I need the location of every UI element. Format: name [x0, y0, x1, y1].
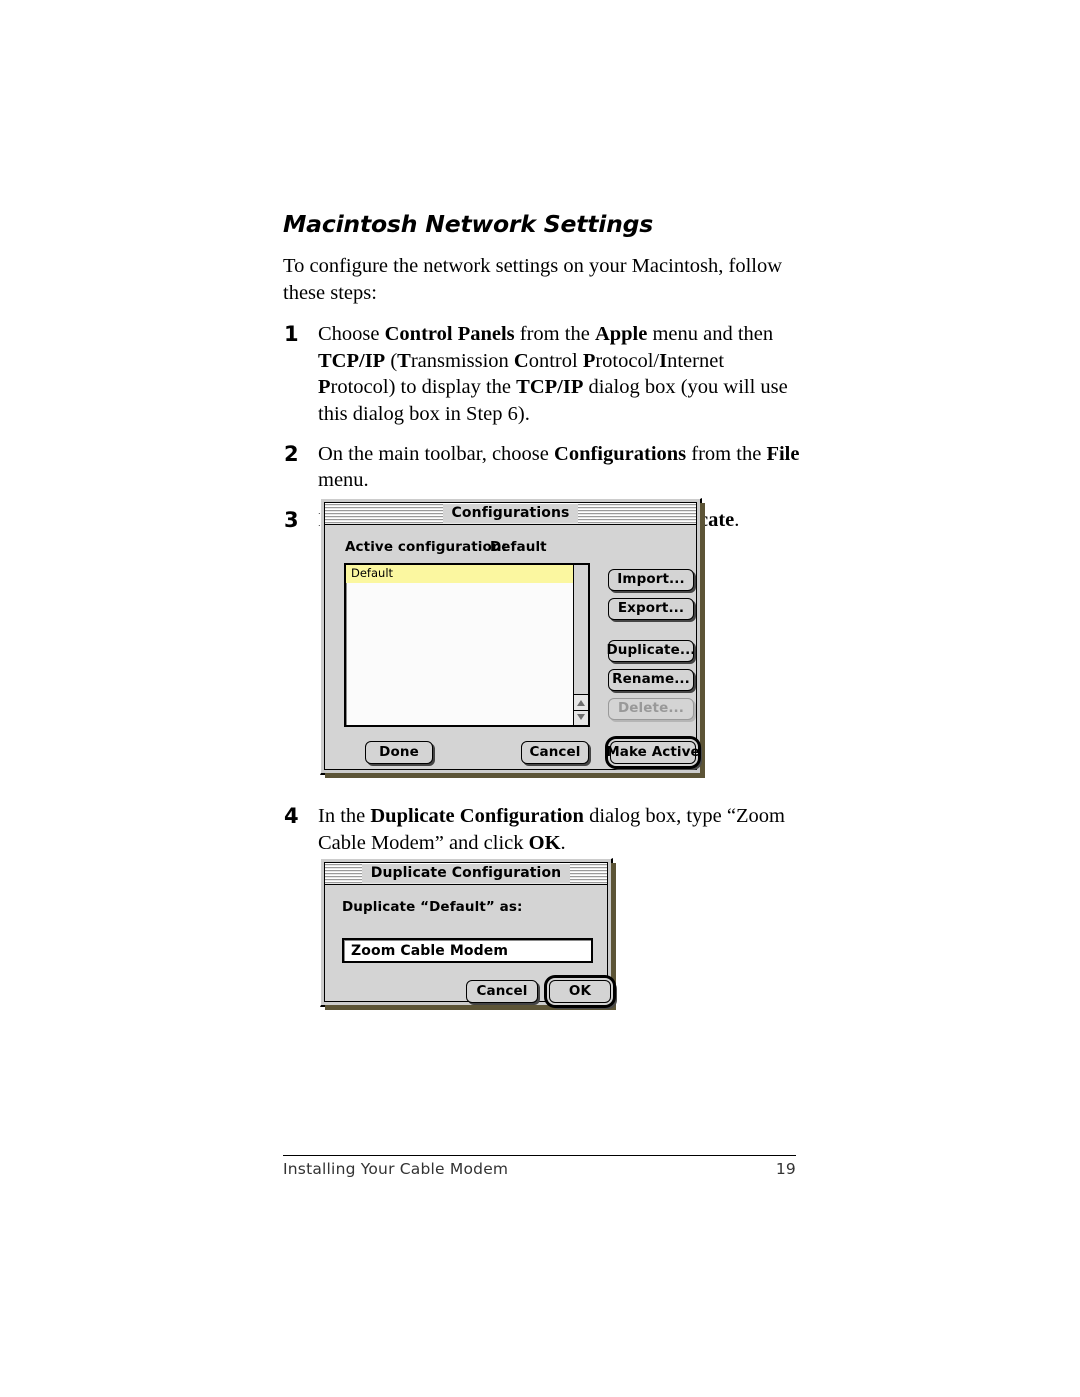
step-text: In the Duplicate Configuration dialog bo… [318, 803, 803, 856]
dialog-titlebar[interactable]: Duplicate Configuration [325, 863, 607, 885]
listbox-scrollbar[interactable] [573, 565, 588, 725]
configurations-dialog: Configurations Active configuration: Def… [320, 498, 702, 775]
dialog-shadow-right [611, 863, 616, 1010]
step-text-run: . [561, 832, 566, 854]
step-text-emphasis: Apple [595, 323, 647, 345]
dialog-shadow-bottom [325, 1005, 616, 1010]
step-text-run: On the main toolbar, choose [318, 443, 554, 465]
step-text-run: menu. [318, 469, 369, 491]
step-text-run: menu and then [647, 323, 773, 345]
active-configuration-value: Default [490, 539, 547, 555]
scrollbar-arrow-group[interactable] [574, 694, 588, 725]
rename-button[interactable]: Rename... [608, 669, 694, 691]
cancel-button[interactable]: Cancel [521, 741, 589, 764]
step-text-emphasis: T [397, 350, 411, 372]
document-page: Macintosh Network Settings To configure … [0, 0, 1080, 1397]
step-item: 4 In the Duplicate Configuration dialog b… [283, 803, 803, 856]
page-content: Macintosh Network Settings To configure … [283, 212, 803, 547]
step-text-run: Choose [318, 323, 385, 345]
step-text-emphasis: I [659, 350, 667, 372]
step-text-run: In the [318, 805, 370, 827]
step-text-emphasis: Control Panels [385, 323, 515, 345]
step-text-emphasis: OK [529, 832, 561, 854]
step-number: 2 [284, 442, 306, 467]
step-text-run: ( [385, 350, 397, 372]
step-text-run: ontrol [529, 350, 583, 372]
step-text-run: nternet [667, 350, 724, 372]
scrollbar-arrow-divider [574, 710, 588, 711]
step-text-emphasis: P [583, 350, 596, 372]
step-number: 1 [284, 322, 306, 347]
step-text-emphasis: TCP/IP [516, 376, 583, 398]
cancel-button[interactable]: Cancel [466, 980, 538, 1003]
page-title: Macintosh Network Settings [283, 212, 803, 237]
intro-paragraph: To configure the network settings on you… [283, 253, 795, 308]
step-text-run: . [734, 509, 739, 531]
step-text-emphasis: P [318, 376, 331, 398]
step-text-run: rotocol/ [595, 350, 659, 372]
step-text: Choose Control Panels from the Apple men… [318, 321, 803, 428]
step-text-run: rotocol) to display the [331, 376, 517, 398]
step-text-emphasis: File [766, 443, 799, 465]
active-configuration-label: Active configuration: [345, 539, 507, 555]
list-item[interactable]: Default [346, 565, 588, 583]
make-active-button[interactable]: Make Active [610, 741, 696, 764]
dialog-body: Active configuration: Default Default Im… [325, 525, 696, 769]
step-text-run: from the [515, 323, 595, 345]
step-number: 4 [284, 804, 306, 829]
dialog-body: Duplicate “Default” as: Zoom Cable Modem… [325, 885, 607, 1001]
dialog-titlebar[interactable]: Configurations [325, 503, 696, 525]
step-text: On the main toolbar, choose Configuratio… [318, 441, 803, 494]
delete-button: Delete... [608, 698, 694, 720]
dialog-title: Duplicate Configuration [362, 864, 570, 883]
scroll-up-arrow-icon[interactable] [577, 700, 585, 706]
dialog-title: Configurations [443, 504, 579, 523]
footer-title: Installing Your Cable Modem [283, 1160, 508, 1178]
step-text-emphasis: C [514, 350, 529, 372]
step-number: 3 [284, 508, 306, 533]
duplicate-prompt-label: Duplicate “Default” as: [342, 899, 522, 915]
dialog-shadow-bottom [325, 773, 705, 778]
step-text-run: ransmission [411, 350, 514, 372]
dialog-frame: Configurations Active configuration: Def… [324, 502, 697, 770]
duplicate-button[interactable]: Duplicate... [608, 640, 694, 662]
dialog-frame: Duplicate Configuration Duplicate “Defau… [324, 862, 608, 1002]
footer-divider [283, 1155, 796, 1156]
step-text-emphasis: Configurations [554, 443, 686, 465]
configuration-name-input[interactable]: Zoom Cable Modem [342, 938, 593, 963]
step-text-emphasis: TCP/IP [318, 350, 385, 372]
step-item: 1 Choose Control Panels from the Apple me… [283, 321, 803, 428]
configurations-listbox[interactable]: Default [344, 563, 590, 727]
ok-button[interactable]: OK [549, 980, 611, 1003]
step-item: 2 On the main toolbar, choose Configurati… [283, 441, 803, 494]
step-text-emphasis: Duplicate Configuration [370, 805, 584, 827]
export-button[interactable]: Export... [608, 598, 694, 620]
duplicate-configuration-dialog: Duplicate Configuration Duplicate “Defau… [320, 858, 613, 1007]
page-number: 19 [760, 1160, 796, 1178]
step-text-run: from the [686, 443, 766, 465]
import-button[interactable]: Import... [608, 569, 694, 591]
scroll-down-arrow-icon[interactable] [577, 714, 585, 720]
done-button[interactable]: Done [365, 741, 433, 764]
